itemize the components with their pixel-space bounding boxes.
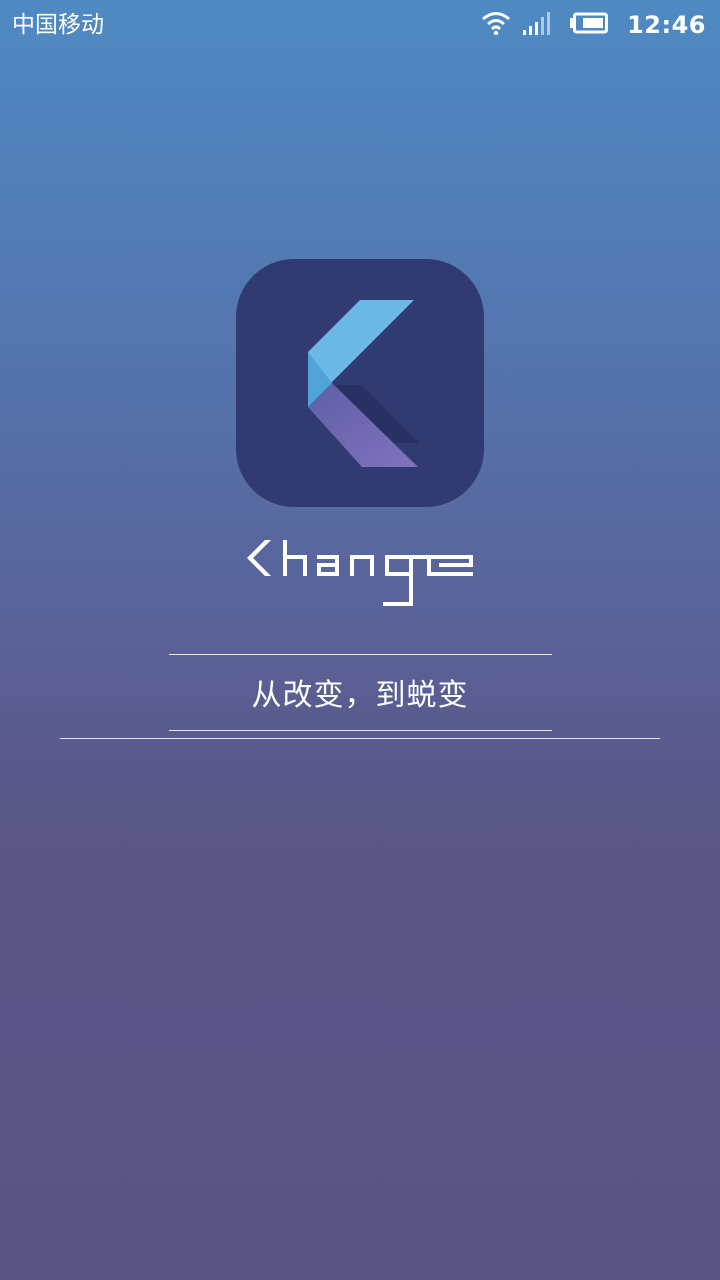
- battery-icon: [569, 12, 609, 38]
- wifi-icon: [481, 11, 511, 39]
- status-clock: 12:46: [627, 11, 706, 39]
- signal-icon: [523, 11, 551, 39]
- status-icons: 12:46: [481, 8, 706, 42]
- divider-middle: [169, 730, 552, 731]
- status-bar: 中国移动 12:46: [0, 0, 720, 50]
- divider-bottom: [60, 738, 660, 739]
- k-logo-icon: [236, 259, 484, 507]
- divider-top: [169, 654, 552, 655]
- slogan-text: 从改变，到蜕变: [251, 678, 469, 713]
- app-wordmark: [245, 538, 477, 608]
- carrier-name: 中国移动: [12, 12, 104, 38]
